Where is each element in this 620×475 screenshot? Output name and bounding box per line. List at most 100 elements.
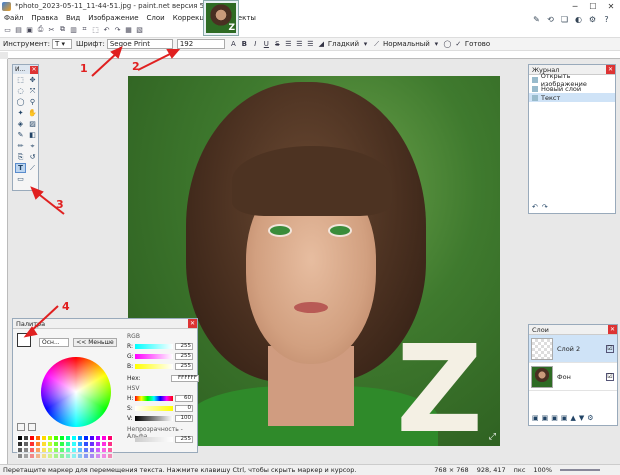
move-up-icon[interactable]: ▲ xyxy=(571,414,576,422)
ruler-icon[interactable]: ▧ xyxy=(135,25,144,34)
align-right-icon[interactable]: ☰ xyxy=(306,40,315,49)
delete-layer-icon[interactable]: ▣ xyxy=(542,414,549,422)
clone-stamp-tool-icon[interactable]: ⎘ xyxy=(15,152,26,162)
menu-file[interactable]: Файл xyxy=(4,14,23,22)
zoom-slider[interactable] xyxy=(560,469,600,471)
lasso-tool-icon[interactable]: ◌ xyxy=(15,86,26,96)
color-wheel[interactable] xyxy=(41,357,111,427)
layer-visibility-checkbox[interactable]: ☑ xyxy=(606,344,614,353)
b-field[interactable]: 255 xyxy=(175,362,193,370)
new-file-icon[interactable]: ▭ xyxy=(3,25,12,34)
bold-icon[interactable]: B xyxy=(240,40,249,49)
color-picker-tool-icon[interactable]: ⌖ xyxy=(27,141,38,151)
align-left-icon[interactable]: ☰ xyxy=(284,40,293,49)
grid-icon[interactable]: ▦ xyxy=(124,25,133,34)
rendering-mode[interactable]: Гладкий xyxy=(328,40,359,48)
font-select[interactable]: Segoe Print xyxy=(106,39,173,49)
zoom-level[interactable]: 100% xyxy=(533,466,552,474)
v-slider[interactable] xyxy=(135,415,173,421)
undo-icon[interactable]: ↶ xyxy=(102,25,111,34)
blend-icon[interactable]: ⟋ xyxy=(372,40,381,49)
h-field[interactable]: 60 xyxy=(175,394,193,402)
help-icon[interactable]: ? xyxy=(601,14,612,25)
settings-icon[interactable]: ⚙ xyxy=(587,14,598,25)
blend-dropdown-icon[interactable]: ▾ xyxy=(432,40,441,49)
strikeout-icon[interactable]: S xyxy=(273,40,282,49)
blend-mode[interactable]: Нормальный xyxy=(383,40,430,48)
undo-history-icon[interactable]: ↶ xyxy=(532,203,538,211)
history-item[interactable]: Открыть изображение xyxy=(529,72,615,88)
tool-picker[interactable]: T ▾ xyxy=(51,39,72,49)
palette-close-icon[interactable]: ✕ xyxy=(188,319,197,328)
redo-icon[interactable]: ↷ xyxy=(113,25,122,34)
layers-close-icon[interactable]: ✕ xyxy=(608,325,617,334)
close-button[interactable]: ✕ xyxy=(602,0,620,12)
r-field[interactable]: 255 xyxy=(175,342,193,350)
open-file-icon[interactable]: ▤ xyxy=(14,25,23,34)
selection-mode-icon[interactable]: ◯ xyxy=(443,40,452,49)
cut-icon[interactable]: ✂ xyxy=(47,25,56,34)
expand-icon[interactable]: ⤢ xyxy=(489,432,496,442)
redo-history-icon[interactable]: ↷ xyxy=(542,203,548,211)
layer-row[interactable]: Слой 2 ☑ xyxy=(529,335,617,363)
underline-icon[interactable]: U xyxy=(262,40,271,49)
layer-properties-icon[interactable]: ⚙ xyxy=(587,414,593,422)
crop-icon[interactable]: ⌗ xyxy=(80,25,89,34)
font-smoothing-icon[interactable]: A xyxy=(229,40,238,49)
dropdown-arrow-icon[interactable]: ▾ xyxy=(361,40,370,49)
layers-panel-icon[interactable]: ❏ xyxy=(559,14,570,25)
history-item[interactable]: Текст xyxy=(529,93,615,102)
gradient-tool-icon[interactable]: ▨ xyxy=(27,119,38,129)
swap-colors-icon[interactable] xyxy=(17,423,25,431)
move-tool-icon[interactable]: ✥ xyxy=(27,75,38,85)
colors-panel-icon[interactable]: ◐ xyxy=(573,14,584,25)
paste-icon[interactable]: ▥ xyxy=(69,25,78,34)
italic-icon[interactable]: I xyxy=(251,40,260,49)
s-field[interactable]: 0 xyxy=(175,404,193,412)
history-panel-icon[interactable]: ⟲ xyxy=(545,14,556,25)
tools-panel-icon[interactable]: ✎ xyxy=(531,14,542,25)
move-down-icon[interactable]: ▼ xyxy=(579,414,584,422)
finish-button[interactable]: Готово xyxy=(465,40,490,48)
duplicate-layer-icon[interactable]: ▣ xyxy=(551,414,558,422)
v-field[interactable]: 100 xyxy=(175,414,193,422)
menu-image[interactable]: Изображение xyxy=(88,14,138,22)
alpha-field[interactable]: 255 xyxy=(175,435,193,443)
deselect-icon[interactable]: ⬚ xyxy=(91,25,100,34)
magic-wand-tool-icon[interactable]: ✦ xyxy=(15,108,26,118)
line-tool-icon[interactable]: ⟋ xyxy=(27,163,38,173)
antialias-icon[interactable]: ◢ xyxy=(317,40,326,49)
r-slider[interactable] xyxy=(135,343,173,349)
paintbrush-tool-icon[interactable]: ✎ xyxy=(15,130,26,140)
save-icon[interactable]: ▣ xyxy=(25,25,34,34)
pan-tool-icon[interactable]: ✋ xyxy=(27,108,38,118)
add-layer-icon[interactable]: ▣ xyxy=(532,414,539,422)
align-center-icon[interactable]: ☰ xyxy=(295,40,304,49)
layer-visibility-checkbox[interactable]: ☑ xyxy=(606,372,614,381)
text-tool-icon[interactable]: T xyxy=(15,163,26,173)
hex-field[interactable]: FFFFFF xyxy=(171,374,199,382)
b-slider[interactable] xyxy=(135,363,173,369)
layer-row[interactable]: Фон ☑ xyxy=(529,363,617,391)
palette-swatch[interactable] xyxy=(107,453,113,459)
units-select[interactable]: пкс xyxy=(514,466,526,474)
shapes-tool-icon[interactable]: ▭ xyxy=(15,174,26,184)
menu-view[interactable]: Вид xyxy=(66,14,80,22)
s-slider[interactable] xyxy=(135,405,173,411)
menu-layers[interactable]: Слои xyxy=(147,14,165,22)
alpha-slider[interactable] xyxy=(135,436,173,442)
g-field[interactable]: 255 xyxy=(175,352,193,360)
h-slider[interactable] xyxy=(135,395,173,401)
less-button[interactable]: << Меньше xyxy=(73,338,117,347)
tools-close-icon[interactable]: ✕ xyxy=(30,65,38,74)
check-icon[interactable]: ✓ xyxy=(454,40,463,49)
pencil-tool-icon[interactable]: ✏ xyxy=(15,141,26,151)
copy-icon[interactable]: ⧉ xyxy=(58,25,67,34)
color-mode-dropdown[interactable]: Осн... xyxy=(39,338,69,347)
image-tab[interactable]: Z xyxy=(203,0,239,36)
g-slider[interactable] xyxy=(135,353,173,359)
font-size-select[interactable]: 192 xyxy=(176,39,225,49)
reset-colors-icon[interactable] xyxy=(28,423,36,431)
print-icon[interactable]: ⎙ xyxy=(36,25,45,34)
maximize-button[interactable]: ☐ xyxy=(584,0,602,12)
